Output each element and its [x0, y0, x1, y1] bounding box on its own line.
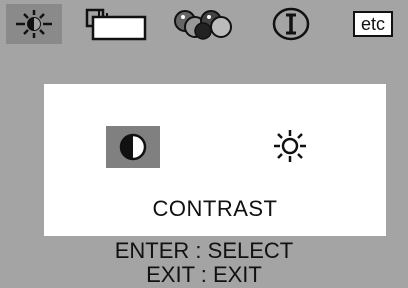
tab-etc[interactable]: etc [344, 4, 402, 44]
tab-color[interactable] [168, 4, 238, 44]
tab-picture[interactable] [6, 4, 62, 44]
help-exit: EXIT : EXIT [146, 262, 262, 287]
submenu-panel: CONTRAST [44, 84, 386, 236]
info-icon [272, 7, 310, 41]
contrast-option[interactable] [106, 126, 160, 168]
tab-geometry[interactable] [84, 4, 148, 44]
brightness-sun-icon [16, 10, 52, 38]
window-position-icon [85, 8, 147, 41]
contrast-icon [119, 133, 147, 161]
etc-label: etc [352, 11, 393, 37]
selected-option-label: CONTRAST [152, 196, 278, 221]
help-enter-select: ENTER : SELECT [114, 238, 294, 263]
color-balls-icon [174, 10, 232, 40]
tab-information[interactable] [264, 4, 318, 44]
menu-tab-bar: etc [0, 0, 408, 48]
brightness-option[interactable] [272, 128, 308, 164]
brightness-icon [274, 130, 306, 162]
